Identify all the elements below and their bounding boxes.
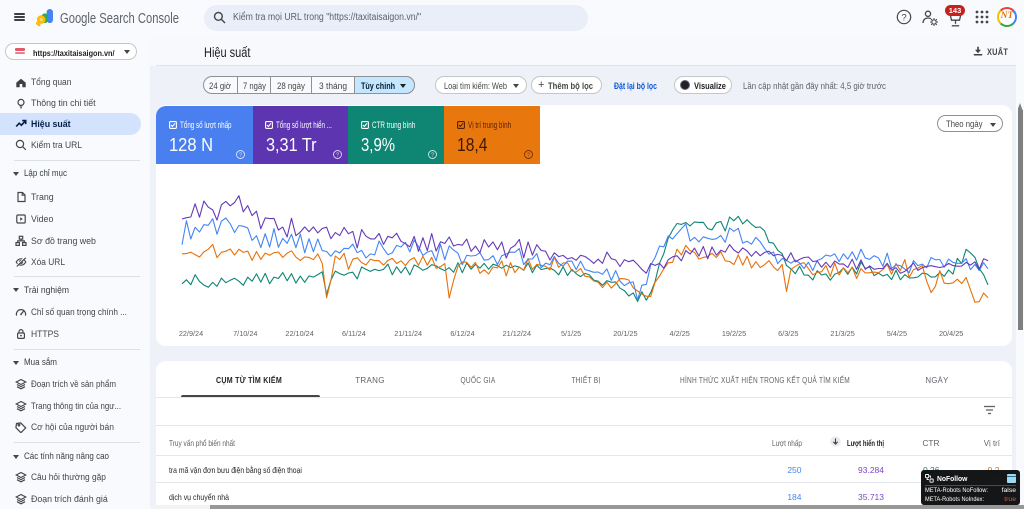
svg-text:?: ?	[335, 153, 338, 159]
svg-text:?: ?	[527, 153, 530, 159]
svg-text:?: ?	[901, 12, 906, 23]
svg-text:?: ?	[239, 153, 242, 159]
svg-text:?: ?	[431, 153, 434, 159]
